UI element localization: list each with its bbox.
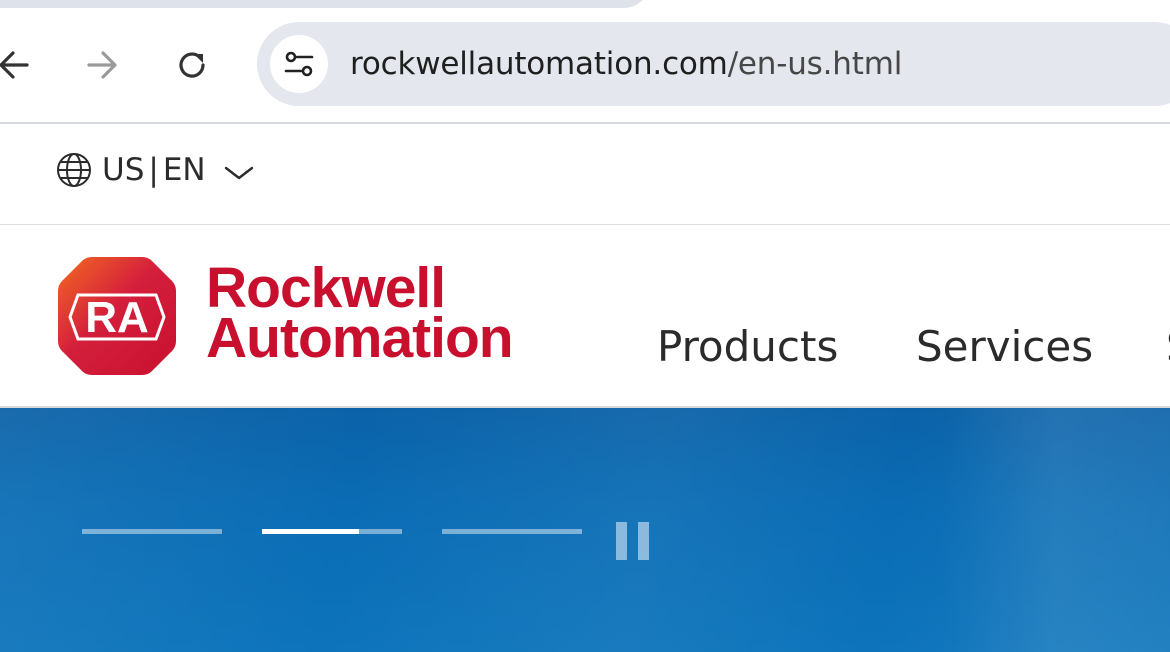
- locale-country: US: [102, 152, 145, 188]
- slide-indicator-3[interactable]: [442, 529, 582, 534]
- url-text[interactable]: rockwellautomation.com/en-us.html: [350, 45, 902, 83]
- address-bar[interactable]: rockwellautomation.com/en-us.html: [257, 22, 1170, 106]
- globe-icon: [56, 152, 92, 188]
- reload-button[interactable]: [166, 42, 218, 88]
- locale-language: EN: [162, 152, 206, 188]
- site-info-button[interactable]: [270, 35, 328, 93]
- site-header: RA Rockwell Automation Products Services…: [0, 225, 1170, 408]
- forward-button[interactable]: [76, 42, 128, 88]
- site-settings-icon: [284, 51, 314, 77]
- forward-arrow-icon: [87, 51, 117, 79]
- nav-products[interactable]: Products: [657, 322, 838, 371]
- url-path: /en-us.html: [727, 46, 903, 82]
- tab-strip: [0, 0, 1170, 20]
- back-arrow-icon: [0, 51, 29, 79]
- logo-line-2: Automation: [206, 306, 514, 370]
- pause-icon-bar: [638, 522, 649, 560]
- logo-monogram: RA: [85, 293, 149, 342]
- utility-bar: US | EN: [0, 124, 1170, 225]
- locale-selector[interactable]: US | EN: [56, 150, 254, 190]
- hero-banner: [0, 408, 1170, 652]
- slide-indicator-2-fill: [262, 529, 359, 534]
- reload-icon: [179, 52, 205, 78]
- logo-wordmark: Rockwell Automation: [206, 260, 514, 370]
- nav-next-item[interactable]: S: [1166, 322, 1170, 371]
- chevron-down-icon: [224, 165, 254, 181]
- browser-toolbar: rockwellautomation.com/en-us.html: [0, 20, 1170, 122]
- carousel-pause-button[interactable]: [613, 514, 653, 560]
- slide-indicator-2[interactable]: [262, 529, 402, 534]
- hero-background-sheen: [940, 408, 1170, 652]
- ra-octagon-logo-icon: RA: [58, 257, 176, 375]
- url-host: rockwellautomation.com: [350, 46, 728, 82]
- slide-indicator-1[interactable]: [82, 529, 222, 534]
- locale-separator: |: [148, 152, 159, 188]
- pause-icon: [616, 522, 627, 560]
- nav-services[interactable]: Services: [916, 322, 1093, 371]
- back-button[interactable]: [0, 42, 40, 88]
- active-tab[interactable]: [0, 0, 650, 8]
- rockwell-logo[interactable]: RA Rockwell Automation: [56, 255, 514, 377]
